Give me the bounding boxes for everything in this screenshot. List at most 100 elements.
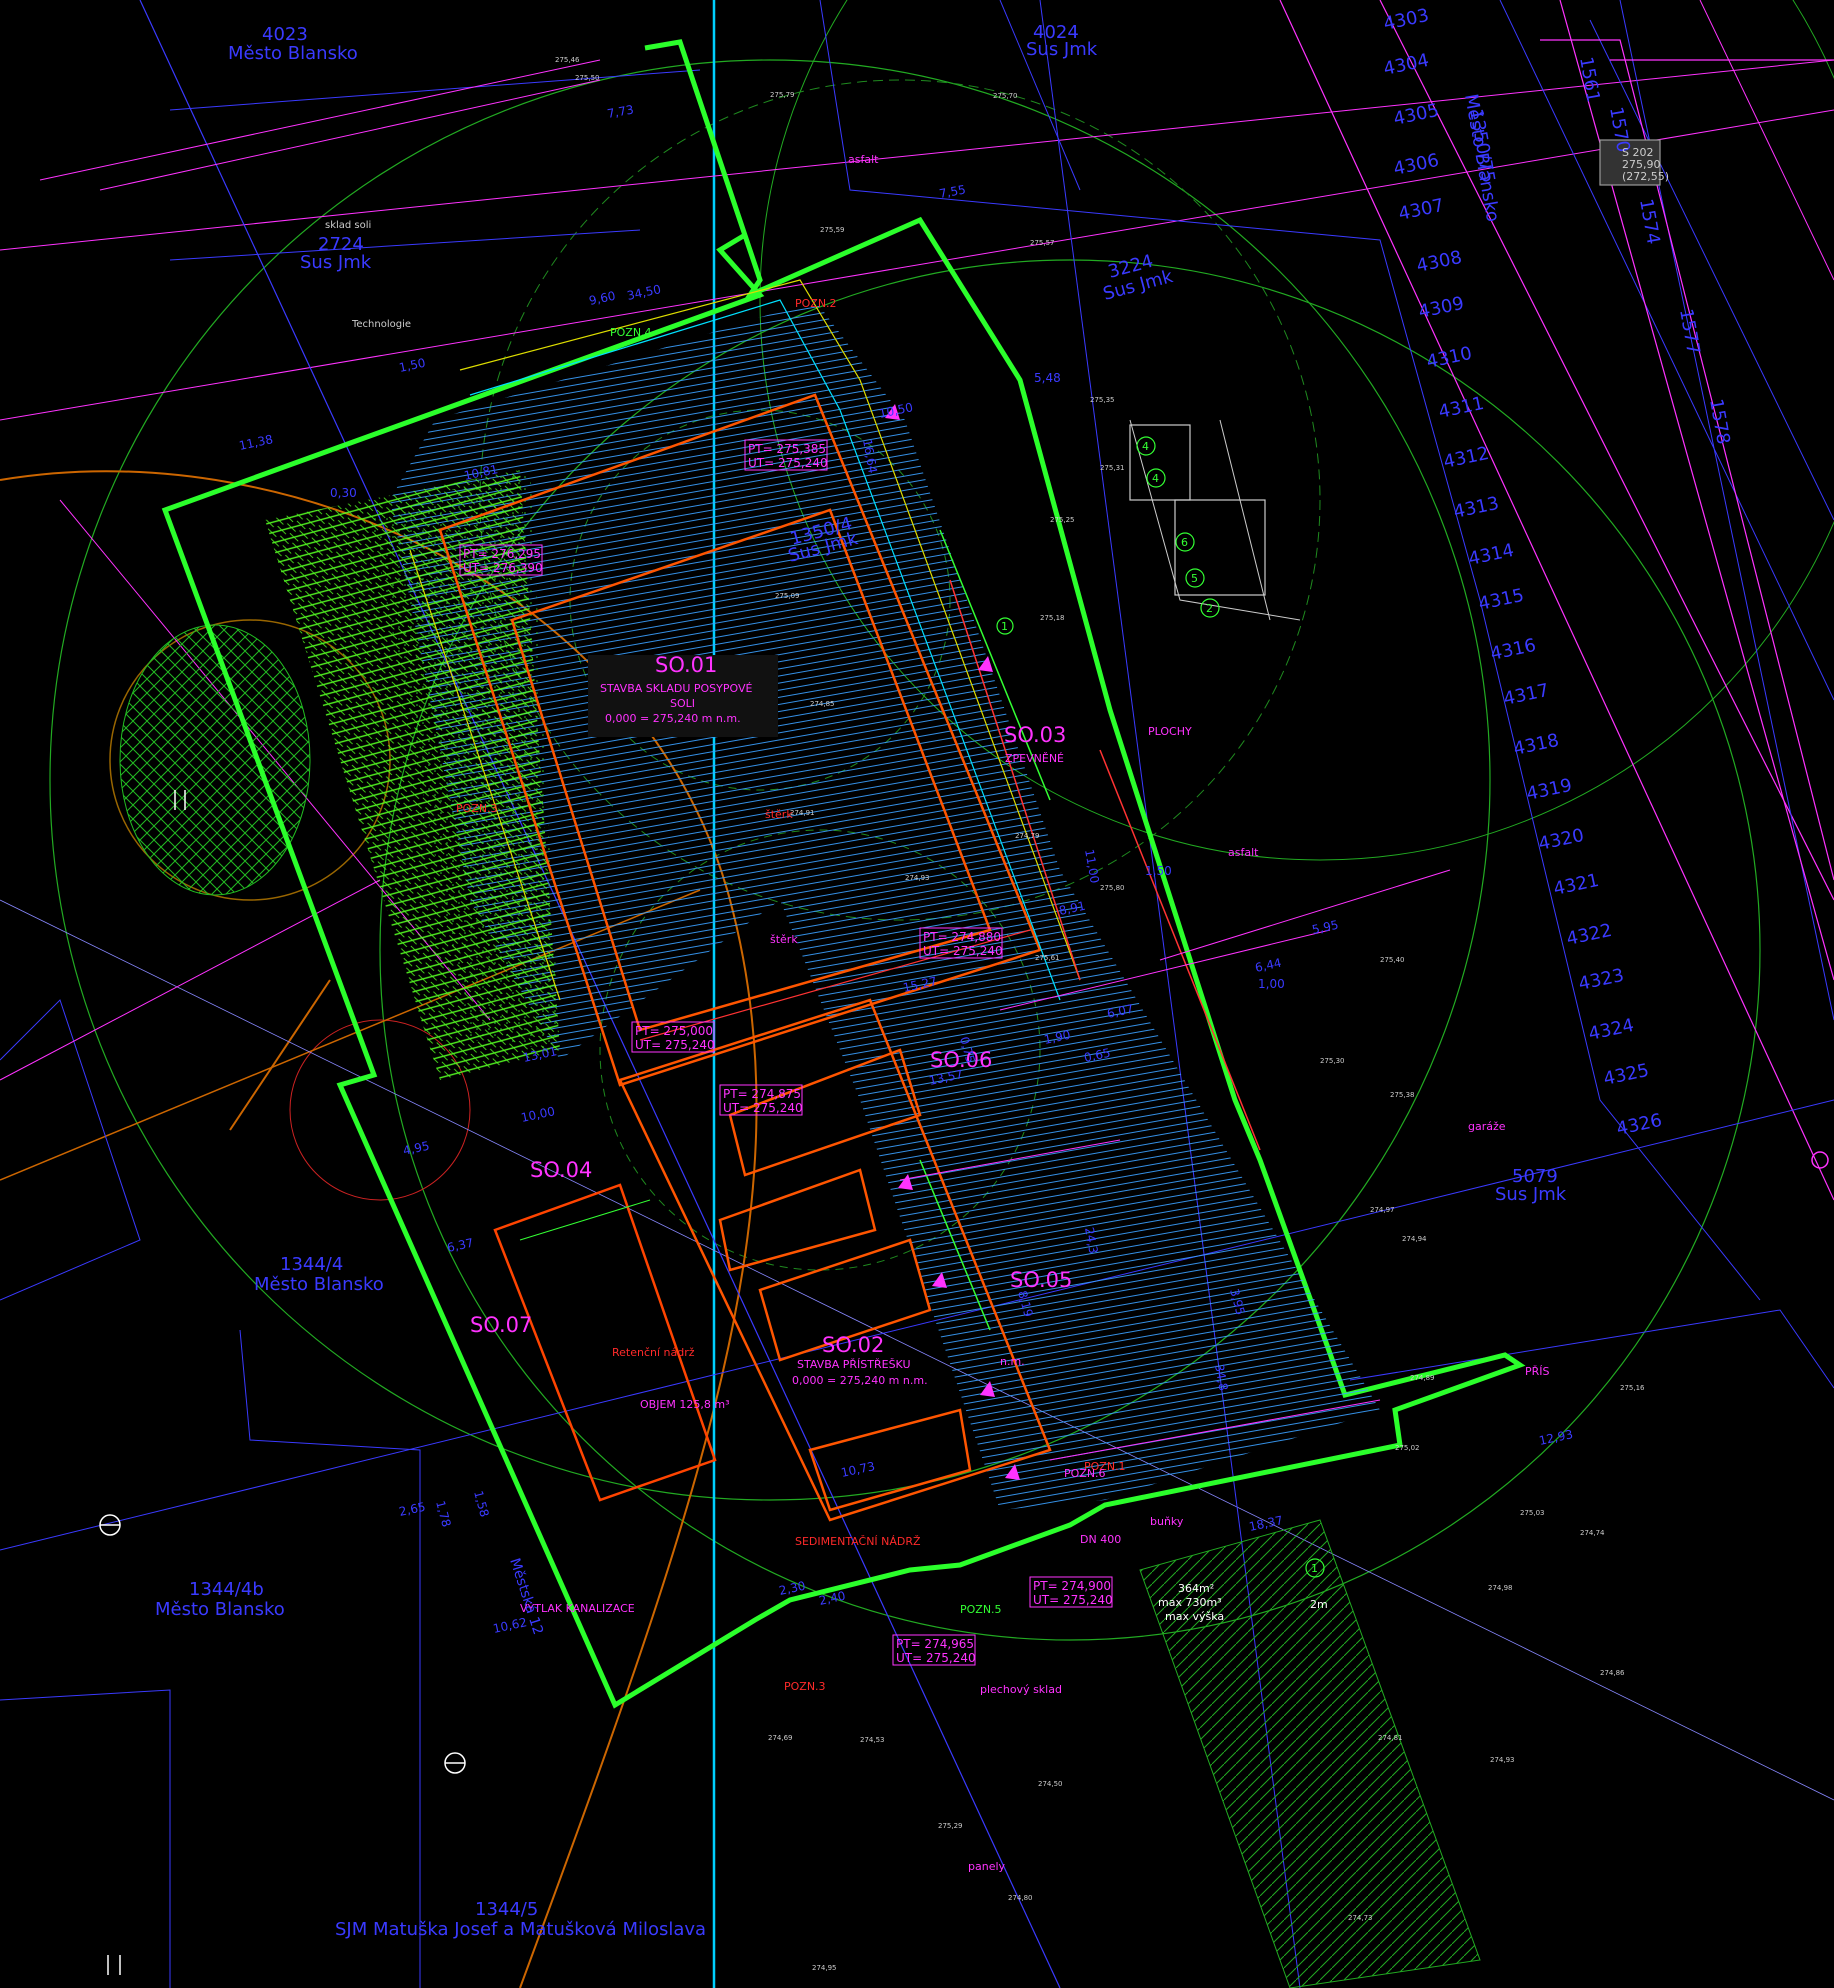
dimension-value: 0,30 — [330, 486, 357, 500]
so01-line2: SOLI — [670, 697, 695, 710]
note-label: max 730m³ — [1158, 1596, 1222, 1609]
site-plan-drawing: 4023 Město Blansko 4024 Sus Jmk 2724 Sus… — [0, 0, 1834, 1988]
dimension-value: 6,44 — [1254, 956, 1283, 975]
dimension-value: 12,93 — [1538, 1427, 1575, 1448]
spot-height: 274,98 — [1488, 1584, 1513, 1592]
parcel-number: 1344/4b — [189, 1579, 264, 1600]
spot-height: 275,46 — [555, 56, 580, 64]
so01-code: SO.01 — [655, 653, 717, 677]
circle-number: 4 — [1152, 472, 1159, 485]
spot-height: 274,89 — [1410, 1374, 1435, 1382]
so03-line1: ZPEVNĚNÉ — [1005, 752, 1064, 765]
side-parcel-number: 4318 — [1512, 730, 1561, 760]
note-label: OBJEM 125,8 m³ — [640, 1398, 730, 1411]
dimension-value: 10,73 — [840, 1459, 877, 1480]
level-pt: PT= 276,295 — [463, 547, 541, 561]
spot-height: 275,38 — [1390, 1091, 1415, 1099]
spot-height: 274,81 — [1378, 1734, 1403, 1742]
note-label: POZN.2 — [795, 297, 837, 310]
note-label: sklad soli — [325, 220, 371, 231]
parcel-owner: Sus Jmk — [1495, 1184, 1567, 1205]
circle-number: 2 — [1206, 602, 1213, 615]
side-parcel-number: 4314 — [1467, 540, 1516, 570]
spot-height: 274,79 — [1015, 832, 1040, 840]
note-label: buňky — [1150, 1515, 1184, 1528]
spot-height: 274,86 — [1600, 1669, 1625, 1677]
so01-line3: 0,000 = 275,240 m n.m. — [605, 712, 741, 725]
spot-height: 275,02 — [1395, 1444, 1420, 1452]
spot-height: 275,09 — [775, 592, 800, 600]
spot-height: 275,57 — [1030, 239, 1055, 247]
note-label: 2m — [1310, 1598, 1328, 1611]
dimension-value: 10,62 — [492, 1615, 529, 1636]
side-parcel-number: 4310 — [1425, 343, 1474, 373]
side-parcel-number: 4322 — [1565, 920, 1614, 950]
level-pt: PT= 275,385 — [748, 442, 826, 456]
note-label: garáže — [1468, 1120, 1506, 1133]
spot-height: 274,85 — [810, 700, 835, 708]
side-parcel-number: 4308 — [1415, 247, 1464, 277]
dimension-value: 11,38 — [238, 432, 275, 453]
level-pt: PT= 274,900 — [1033, 1579, 1111, 1593]
side-parcel-number: 1577 — [1675, 307, 1704, 356]
side-parcel-number: 4309 — [1417, 293, 1466, 323]
dimension-value: 11,00 — [1082, 848, 1102, 884]
dimension-value: 5,48 — [1034, 371, 1061, 385]
parcel-number: 4023 — [262, 24, 308, 45]
hatched-zone-left — [119, 624, 311, 896]
spot-height: 275,25 — [1050, 516, 1075, 524]
so07-code: SO.07 — [470, 1313, 532, 1337]
side-parcel-number: 4320 — [1537, 825, 1586, 855]
side-parcel-number: 4312 — [1442, 443, 1491, 473]
dimension-value: 1,00 — [1258, 977, 1285, 991]
side-parcel-number: 4306 — [1392, 150, 1441, 180]
circle-number: 1 — [1001, 620, 1008, 633]
parcel-owner: Sus Jmk — [1026, 39, 1098, 60]
spot-height: 275,70 — [993, 92, 1018, 100]
parcel-owner: Sus Jmk — [300, 252, 372, 273]
note-label: POZN.5 — [960, 1603, 1002, 1616]
note-label: (272,55) — [1622, 170, 1669, 183]
dimension-value: 5,95 — [1311, 918, 1340, 937]
parcel-owner: Město Blansko — [1460, 92, 1503, 223]
parcel-owner: SJM Matuška Josef a Matušková Miloslava — [335, 1919, 706, 1940]
dimension-value: 1,50 — [1145, 864, 1172, 878]
dimension-value: 2,65 — [398, 1500, 427, 1519]
spot-height: 274,93 — [905, 874, 930, 882]
parcel-number: 1344/4 — [280, 1254, 343, 1275]
level-ut: UT= 275,240 — [896, 1651, 976, 1665]
note-label: asfalt — [1228, 846, 1259, 859]
spot-height: 274,80 — [1008, 1894, 1033, 1902]
note-label: POZN.3 — [456, 802, 498, 815]
level-ut: UT= 275,240 — [748, 456, 828, 470]
circle-number: 4 — [1142, 440, 1149, 453]
parcel-owner: Město Blansko — [254, 1274, 384, 1295]
spot-height: 274,91 — [790, 809, 815, 817]
note-label: DN 400 — [1080, 1533, 1121, 1546]
dimension-value: 10,00 — [520, 1104, 557, 1125]
note-label: Technologie — [351, 319, 411, 330]
level-ut: UT= 276,390 — [463, 561, 543, 575]
note-label: POZN.4 — [610, 326, 652, 339]
dimension-value: 34,50 — [626, 282, 663, 303]
parcel-owner: Město Blansko — [155, 1599, 285, 1620]
so02-line1: STAVBA PŘÍSTŘEŠKU — [797, 1358, 911, 1371]
spot-height: 275,40 — [1380, 956, 1405, 964]
note-label: Retenční nádrž — [612, 1346, 695, 1359]
circle-number: 5 — [1191, 572, 1198, 585]
dimension-value: 6,37 — [446, 1236, 475, 1255]
spot-height: 274,74 — [1580, 1529, 1605, 1537]
note-label: POZN.6 — [1064, 1467, 1106, 1480]
note-label: POZN.3 — [784, 1680, 826, 1693]
side-parcel-number: 4305 — [1392, 100, 1441, 130]
note-label: PŘÍS — [1525, 1365, 1550, 1378]
spot-height: 274,50 — [1038, 1780, 1063, 1788]
spot-height: 275,29 — [938, 1822, 963, 1830]
dimension-value: 18,37 — [1248, 1513, 1285, 1534]
level-pt: PT= 274,875 — [723, 1087, 801, 1101]
spot-height: 274,73 — [1348, 1914, 1373, 1922]
side-parcel-number: 4325 — [1602, 1060, 1651, 1090]
so04-code: SO.04 — [530, 1158, 592, 1182]
level-ut: UT= 275,240 — [723, 1101, 803, 1115]
note-label: 364m² — [1178, 1582, 1214, 1595]
